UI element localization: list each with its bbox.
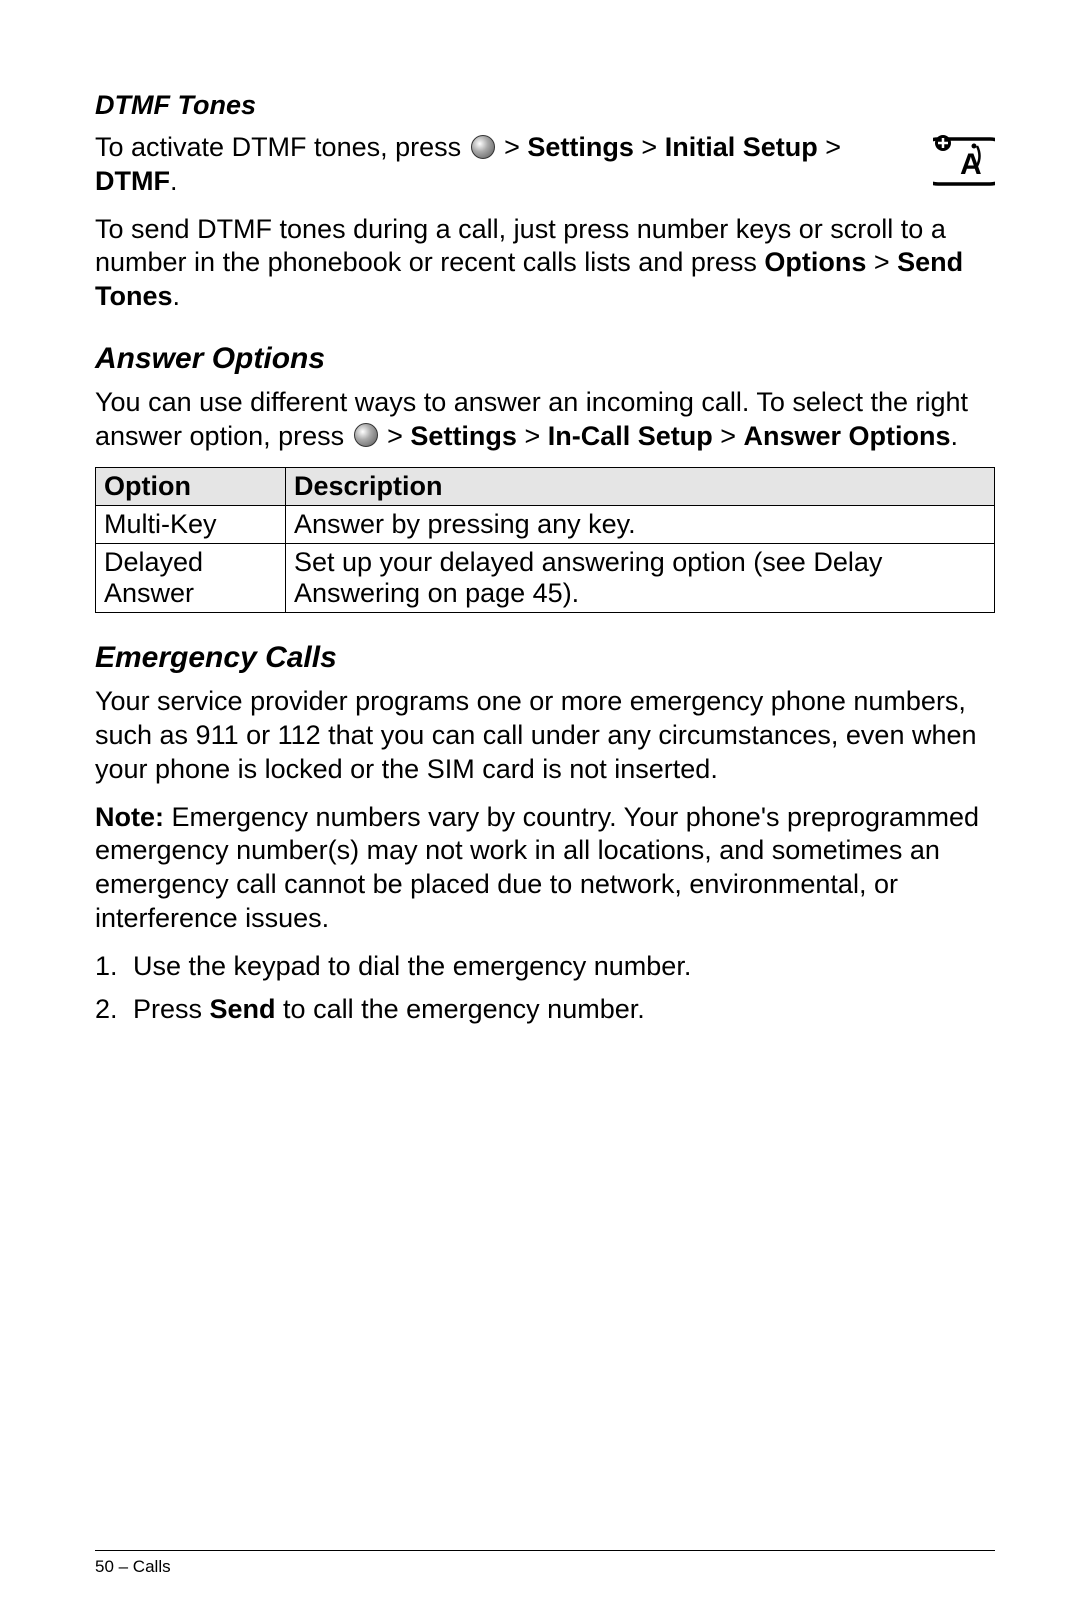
text: > bbox=[380, 421, 411, 451]
table-header-row: Option Description bbox=[96, 468, 995, 506]
text: > bbox=[866, 247, 897, 277]
answer-options-paragraph: You can use different ways to answer an … bbox=[95, 386, 995, 454]
table-cell-option: Delayed Answer bbox=[96, 544, 286, 613]
text: > bbox=[517, 421, 548, 451]
emergency-paragraph-2: Note: Emergency numbers vary by country.… bbox=[95, 801, 995, 936]
text: . bbox=[173, 281, 181, 311]
text: To activate DTMF tones, press bbox=[95, 132, 469, 162]
text: . bbox=[951, 421, 959, 451]
emergency-paragraph-1: Your service provider programs one or mo… bbox=[95, 685, 995, 786]
dtmf-heading: DTMF Tones bbox=[95, 90, 995, 121]
table-row: Delayed Answer Set up your delayed answe… bbox=[96, 544, 995, 613]
menu-path-dtmf: DTMF bbox=[95, 166, 170, 196]
send-key-label: Send bbox=[210, 994, 276, 1024]
text: Emergency numbers vary by country. Your … bbox=[95, 802, 979, 933]
table-header-option: Option bbox=[96, 468, 286, 506]
dtmf-paragraph-2: To send DTMF tones during a call, just p… bbox=[95, 213, 995, 314]
menu-path-initial-setup: Initial Setup bbox=[665, 132, 818, 162]
menu-path-settings: Settings bbox=[410, 421, 517, 451]
text: > bbox=[713, 421, 744, 451]
emergency-calls-heading: Emergency Calls bbox=[95, 641, 995, 675]
menu-options: Options bbox=[764, 247, 866, 277]
answer-options-heading: Answer Options bbox=[95, 342, 995, 376]
emergency-steps-list: Use the keypad to dial the emergency num… bbox=[95, 950, 995, 1028]
list-item: Use the keypad to dial the emergency num… bbox=[95, 950, 995, 984]
table-cell-description: Set up your delayed answering option (se… bbox=[286, 544, 995, 613]
list-item: Press Send to call the emergency number. bbox=[95, 993, 995, 1027]
menu-path-answer-options: Answer Options bbox=[744, 421, 951, 451]
text: to call the emergency number. bbox=[276, 994, 645, 1024]
menu-path-incall-setup: In-Call Setup bbox=[548, 421, 713, 451]
note-label: Note: bbox=[95, 802, 164, 832]
page-footer: 50 – Calls bbox=[95, 1550, 995, 1577]
table-row: Multi-Key Answer by pressing any key. bbox=[96, 506, 995, 544]
table-cell-option: Multi-Key bbox=[96, 506, 286, 544]
dtmf-paragraph-1: To activate DTMF tones, press > Settings… bbox=[95, 131, 995, 199]
text: > bbox=[497, 132, 528, 162]
table-header-description: Description bbox=[286, 468, 995, 506]
text: > bbox=[634, 132, 665, 162]
text: Press bbox=[133, 994, 210, 1024]
navigation-key-icon bbox=[354, 423, 378, 447]
text: . bbox=[170, 166, 178, 196]
navigation-key-icon bbox=[471, 135, 495, 159]
answer-options-table: Option Description Multi-Key Answer by p… bbox=[95, 467, 995, 613]
text: > bbox=[818, 132, 841, 162]
feature-availability-icon: A bbox=[933, 134, 995, 194]
table-cell-description: Answer by pressing any key. bbox=[286, 506, 995, 544]
menu-path-settings: Settings bbox=[527, 132, 634, 162]
